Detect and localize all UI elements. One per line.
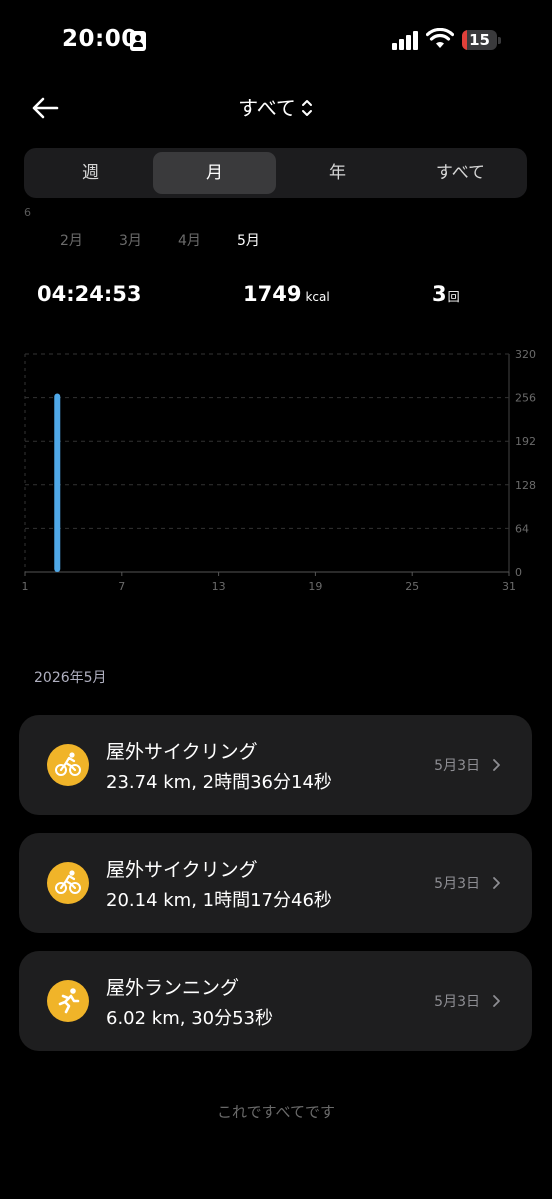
chart-y-tick-label: 256 (515, 392, 536, 405)
workout-card[interactable]: 屋外サイクリング 20.14 km, 1時間17分46秒 5月3日 (19, 833, 532, 933)
chart-x-tick-label: 7 (118, 580, 125, 593)
chevron-right-icon (493, 877, 500, 889)
segment-all[interactable]: すべて (399, 152, 522, 194)
workout-count-value: 3 (432, 282, 447, 306)
page-title[interactable]: すべて (0, 94, 552, 122)
end-of-list-text: これですべてです (217, 1103, 335, 1121)
chart-x-tick-label: 1 (22, 580, 29, 593)
status-bar: 20:00 15 (0, 0, 552, 80)
month-edge-label[interactable]: 6 (24, 206, 31, 219)
total-duration-value: 04:24:53 (37, 282, 142, 306)
battery-cap (498, 37, 501, 44)
workout-date: 5月3日 (434, 994, 480, 1010)
count-unit: 回 (447, 290, 460, 304)
wifi-icon (426, 28, 454, 48)
chart-x-tick-label: 25 (405, 580, 419, 593)
workout-detail: 20.14 km, 1時間17分46秒 (106, 890, 332, 911)
monthly-bar-chart: 0 64 128 192 256 320 1 7 13 19 25 31 (22, 348, 537, 593)
period-segmented-control: 週 月 年 すべて (24, 148, 527, 198)
total-duration: 04:24:53 (37, 282, 141, 306)
total-calories-value: 1749 (243, 282, 302, 306)
contact-card-icon (130, 31, 146, 51)
segment-year[interactable]: 年 (276, 152, 399, 194)
workout-title: 屋外サイクリング (106, 859, 258, 881)
running-icon (47, 980, 89, 1022)
month-may[interactable]: 5月 (237, 230, 260, 250)
workout-count: 3回 (432, 282, 460, 306)
month-mar[interactable]: 3月 (119, 230, 142, 250)
chart-bar (54, 393, 61, 572)
cycling-icon (47, 862, 89, 904)
workout-date: 5月3日 (434, 758, 480, 774)
chart-y-tick-label: 192 (515, 435, 536, 448)
cycling-icon (47, 744, 89, 786)
chart-x-tick-label: 19 (308, 580, 322, 593)
chevron-right-icon (493, 995, 500, 1007)
status-time: 20:00 (62, 26, 138, 52)
page-title-text: すべて (238, 96, 296, 120)
workout-detail: 23.74 km, 2時間36分14秒 (106, 772, 332, 793)
workout-card[interactable]: 屋外サイクリング 23.74 km, 2時間36分14秒 5月3日 (19, 715, 532, 815)
section-title: 2026年5月 (34, 670, 107, 686)
chevron-right-icon (493, 759, 500, 771)
signal-icon (392, 30, 420, 50)
workout-date: 5月3日 (434, 876, 480, 892)
battery-percent: 15 (469, 31, 490, 49)
month-feb[interactable]: 2月 (60, 230, 83, 250)
total-calories: 1749 kcal (243, 282, 330, 306)
workout-card[interactable]: 屋外ランニング 6.02 km, 30分53秒 5月3日 (19, 951, 532, 1051)
workout-detail: 6.02 km, 30分53秒 (106, 1008, 274, 1029)
month-apr[interactable]: 4月 (178, 230, 201, 250)
chart-y-tick-label: 320 (515, 348, 536, 361)
chart-y-tick-label: 64 (515, 522, 529, 535)
segment-month[interactable]: 月 (153, 152, 276, 194)
chart-x-tick-label: 31 (502, 580, 516, 593)
calories-unit: kcal (305, 290, 330, 304)
chart-y-tick-label: 128 (515, 479, 536, 492)
workout-title: 屋外ランニング (106, 977, 240, 999)
segment-week[interactable]: 週 (29, 152, 152, 194)
chart-y-tick-label: 0 (515, 566, 522, 579)
chevron-up-down-icon (301, 100, 312, 116)
chart-x-tick-label: 13 (212, 580, 226, 593)
workout-title: 屋外サイクリング (106, 741, 258, 763)
battery-icon: 15 (462, 30, 497, 50)
